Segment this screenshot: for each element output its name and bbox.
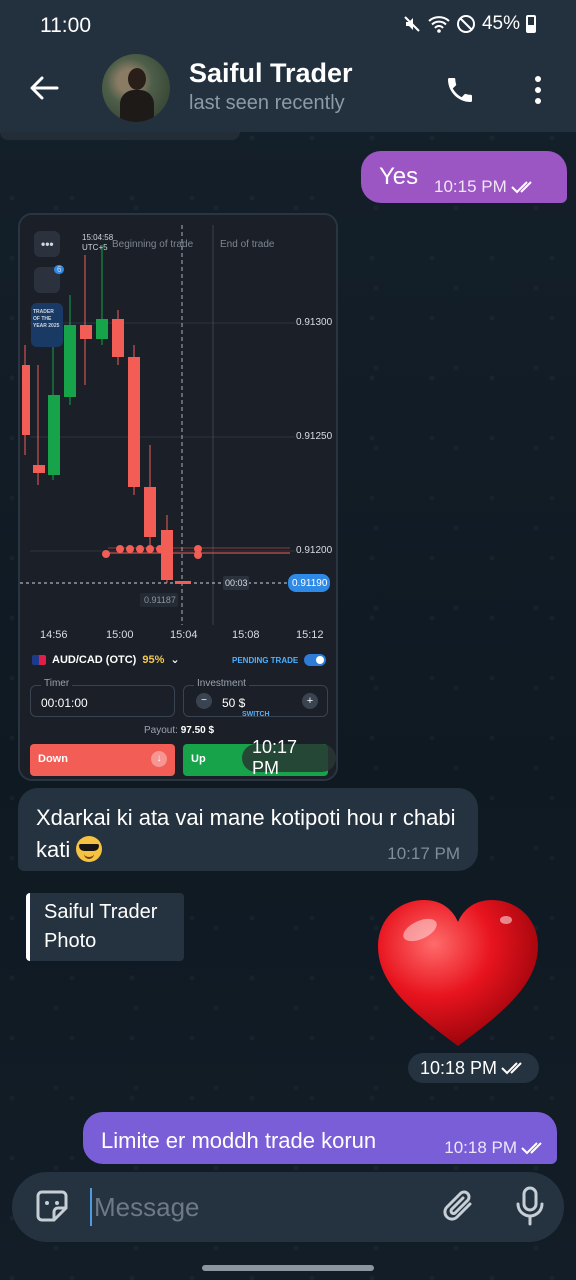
- microphone-icon: [516, 1186, 544, 1226]
- phone-icon: [448, 78, 472, 102]
- up-label: Up: [191, 753, 206, 765]
- dot-icon: [535, 76, 541, 82]
- switch-label: SWITCH: [242, 711, 270, 718]
- price-tick: 0.91300: [296, 317, 333, 328]
- message-input[interactable]: [90, 1188, 420, 1226]
- battery-percent: 45%: [481, 13, 520, 34]
- contact-status: last seen recently: [189, 92, 345, 114]
- message-time: 10:18 PM: [444, 1138, 517, 1157]
- investment-value: 50 $: [222, 696, 246, 710]
- message-time: 10:15 PM: [434, 177, 507, 196]
- status-icons: 45%: [402, 13, 536, 35]
- timer-label: Timer: [41, 678, 73, 689]
- flag-icon: [32, 654, 46, 665]
- price-tick: 0.91200: [296, 545, 333, 556]
- candlestick-chart: [20, 225, 330, 625]
- time-tick: 15:12: [296, 629, 324, 641]
- status-bar: 11:00 45%: [0, 0, 576, 50]
- chart-time: 15:04:58: [82, 233, 114, 242]
- asset-name: AUD/CAD (OTC): [52, 653, 137, 666]
- investment-field: Investment − 50 $ + SWITCH: [183, 678, 328, 718]
- photo-message[interactable]: ••• 6 TRADER OF THE YEAR 2025 15:04:58 U…: [18, 213, 338, 781]
- battery-icon: [526, 15, 536, 33]
- timer-field: Timer 00:01:00: [30, 678, 175, 717]
- avatar-torso: [120, 90, 154, 122]
- incoming-message[interactable]: Xdarkai ki ata vai mane kotipoti hou r c…: [18, 788, 478, 871]
- photo-time: 10:17 PM: [242, 737, 336, 778]
- sticker-icon: [36, 1190, 68, 1222]
- status-time: 11:00: [40, 14, 91, 37]
- asset-payout-pct: 95%: [142, 653, 165, 666]
- trading-screenshot: ••• 6 TRADER OF THE YEAR 2025 15:04:58 U…: [20, 215, 336, 779]
- payout-text: Payout:: [144, 725, 178, 736]
- attach-button[interactable]: [440, 1186, 480, 1228]
- pending-trade-toggle: [304, 654, 326, 666]
- trade-menu-dots: •••: [41, 237, 54, 251]
- message-text: Yes: [379, 163, 419, 190]
- wifi-icon: [428, 16, 450, 33]
- down-trade-button: Down ↓: [30, 744, 175, 776]
- time-tick: 15:04: [170, 629, 198, 641]
- outgoing-message[interactable]: Yes 10:15 PM: [361, 151, 567, 203]
- previous-message-edge: [0, 132, 240, 140]
- time-tick: 14:56: [40, 629, 68, 641]
- timer-value: 00:01:00: [41, 696, 88, 710]
- heart-emoji-icon[interactable]: [372, 894, 544, 1054]
- trader-of-year-label: TRADER OF THE YEAR 2025: [33, 309, 60, 329]
- message-composer: [12, 1172, 564, 1242]
- minus-icon: −: [196, 693, 212, 709]
- chart-timezone: UTC+5: [82, 243, 108, 252]
- beginning-of-trade-label: Beginning of trade: [112, 239, 194, 250]
- message-meta: 10:15 PM: [434, 177, 537, 197]
- down-label: Down: [38, 753, 68, 765]
- sticker-button[interactable]: [32, 1186, 72, 1226]
- countdown-label: 00:03: [225, 578, 248, 588]
- double-check-icon: [501, 1062, 522, 1075]
- contact-name[interactable]: Saiful Trader: [189, 58, 353, 89]
- dot-icon: [535, 87, 541, 93]
- dot-icon: [535, 98, 541, 104]
- chevron-down-icon: ⌄: [170, 654, 180, 666]
- reference-price-label: 0.91187: [144, 595, 176, 605]
- payout-label: Payout: 97.50 $: [144, 725, 214, 736]
- chat-header: Saiful Trader last seen recently: [0, 50, 576, 132]
- avatar-head: [128, 68, 146, 90]
- message-meta: 10:18 PM: [444, 1138, 547, 1158]
- payout-value: 97.50 $: [180, 725, 215, 736]
- sunglasses-emoji-icon: [76, 836, 103, 862]
- double-check-icon: [521, 1142, 542, 1155]
- arrow-left-icon: [30, 76, 59, 100]
- message-time: 10:18 PM: [420, 1057, 498, 1078]
- end-of-trade-label: End of trade: [220, 239, 275, 250]
- paperclip-icon: [443, 1190, 472, 1221]
- outgoing-message[interactable]: Limite er moddh trade korun 10:18 PM: [83, 1112, 557, 1164]
- avatar[interactable]: [102, 54, 170, 122]
- time-tick: 15:00: [106, 629, 134, 641]
- double-check-icon: [511, 181, 532, 194]
- message-text: Limite er moddh trade korun: [101, 1128, 377, 1153]
- do-not-disturb-icon: [456, 15, 475, 33]
- arrow-down-icon: ↓: [151, 751, 167, 767]
- call-button[interactable]: [440, 70, 480, 110]
- home-indicator[interactable]: [202, 1265, 374, 1271]
- plus-icon: +: [302, 693, 318, 709]
- message-time: 10:17 PM: [387, 844, 460, 863]
- reply-preview-type: Photo: [44, 930, 97, 952]
- heart-message-meta: 10:18 PM: [408, 1053, 540, 1083]
- asset-selector: AUD/CAD (OTC) 95% ⌄: [32, 653, 180, 666]
- price-tick: 0.91250: [296, 431, 333, 442]
- mute-icon: [404, 16, 420, 32]
- current-price-label: 0.91190: [292, 578, 328, 589]
- voice-message-button[interactable]: [510, 1184, 550, 1228]
- time-tick: 15:08: [232, 629, 260, 641]
- back-button[interactable]: [26, 70, 62, 106]
- reply-preview[interactable]: Saiful Trader Photo: [26, 893, 184, 961]
- more-options-button[interactable]: [524, 70, 552, 110]
- pending-trade-label: PENDING TRADE: [232, 656, 299, 665]
- investment-label: Investment: [194, 678, 249, 689]
- reply-preview-name: Saiful Trader: [44, 901, 158, 923]
